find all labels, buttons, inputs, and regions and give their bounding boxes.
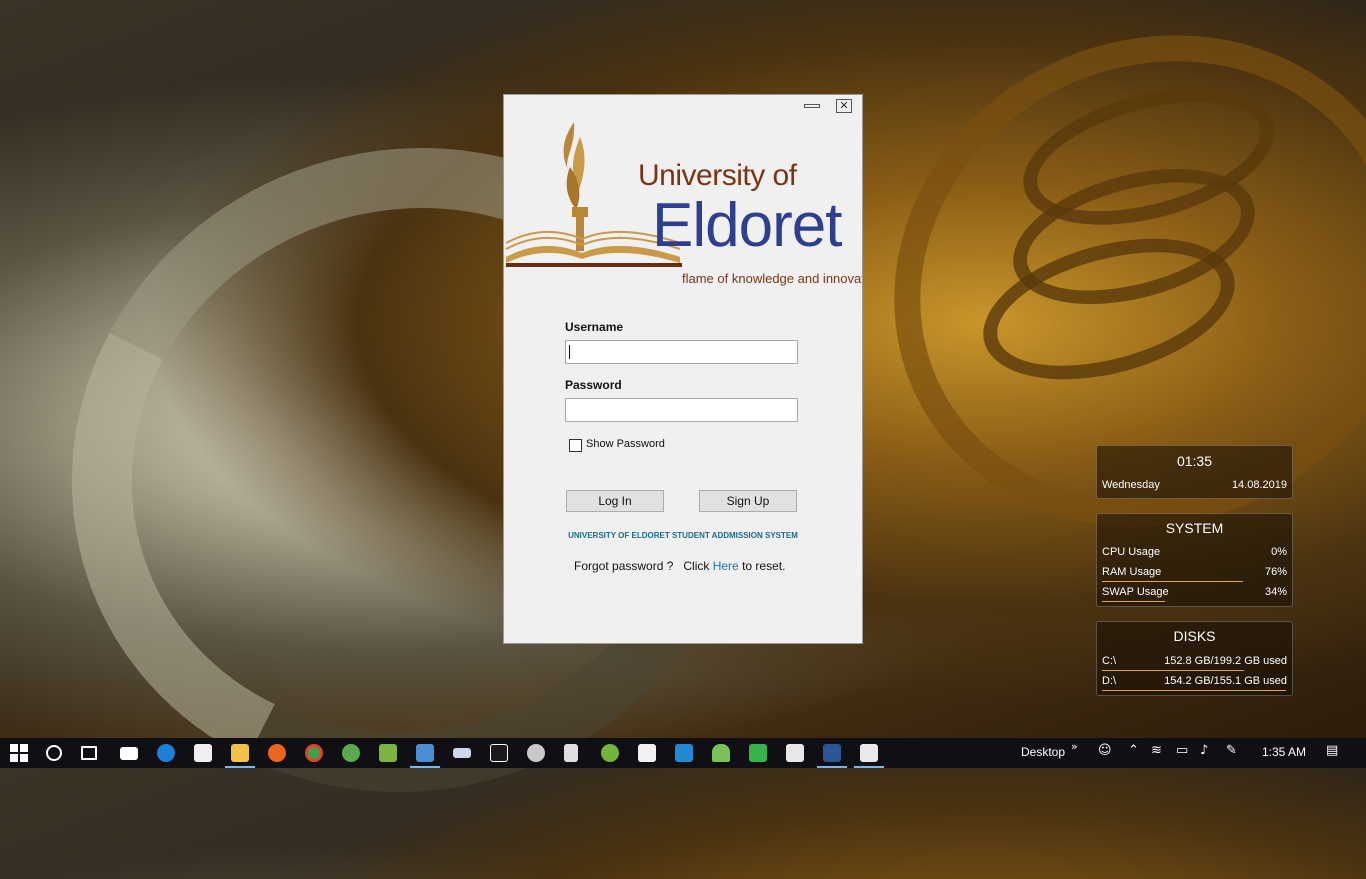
logo-university-of: University of [638, 159, 797, 192]
file-explorer-icon[interactable] [231, 744, 249, 762]
battery-icon[interactable]: ▭ [1176, 743, 1188, 758]
network-tool-icon[interactable] [453, 748, 471, 758]
clock-time: 01:35 [1176, 453, 1213, 469]
swap-usage-label: SWAP Usage [1102, 586, 1169, 598]
cortana-search-icon[interactable] [46, 745, 62, 761]
show-password-checkbox[interactable] [569, 439, 582, 452]
swap-usage-bar [1102, 601, 1165, 602]
swap-usage-value: 34% [1264, 586, 1287, 598]
windows-start-icon[interactable] [10, 744, 28, 762]
forgot-suffix: to reset. [738, 559, 786, 573]
cpu-usage-value: 0% [1271, 546, 1287, 558]
virtualbox-icon[interactable] [416, 744, 434, 762]
paint-icon[interactable] [638, 744, 656, 762]
mail-icon[interactable] [120, 747, 138, 760]
sourcetree-icon[interactable] [342, 744, 360, 762]
disks-widget: DISKS C:\ 152.8 GB/199.2 GB used D:\ 154… [1096, 621, 1293, 696]
disk-d-value: 154.2 GB/155.1 GB used [1164, 675, 1287, 687]
minimize-button[interactable] [804, 99, 820, 113]
username-input[interactable] [565, 340, 798, 364]
logo-eldoret: Eldoret [652, 191, 842, 260]
login-window: ✕ University of Eldoret flame of knowled… [503, 94, 863, 644]
ram-usage-value: 76% [1264, 566, 1287, 578]
clock-day: Wednesday [1102, 479, 1160, 491]
volume-icon[interactable]: ♪ [1200, 743, 1208, 758]
disk-d-label: D:\ [1102, 675, 1117, 687]
desktop-toolbar-label[interactable]: Desktop [1021, 745, 1065, 759]
minecraft-icon[interactable] [379, 744, 397, 762]
qbittorrent-icon[interactable] [786, 744, 804, 762]
password-input[interactable] [565, 398, 798, 422]
disks-widget-title: DISKS [1173, 628, 1216, 644]
inkscape-icon[interactable] [564, 744, 578, 762]
disk-c-value: 152.8 GB/199.2 GB used [1164, 655, 1287, 667]
swap-usage-row: SWAP Usage 34% [1102, 586, 1287, 602]
text-caret [569, 345, 570, 359]
cpu-usage-row: CPU Usage 0% [1102, 546, 1287, 562]
system-widget-title: SYSTEM [1165, 520, 1224, 536]
forgot-prefix: Forgot password ? Click [574, 559, 713, 573]
green-app-icon[interactable] [749, 744, 767, 762]
close-button[interactable]: ✕ [836, 99, 852, 113]
signup-button[interactable]: Sign Up [699, 490, 797, 512]
logo-tagline: flame of knowledge and innovatio [682, 271, 862, 286]
pen-icon[interactable]: ✎ [1226, 743, 1237, 758]
intellij-icon[interactable] [490, 744, 508, 762]
clock-date: 14.08.2019 [1231, 479, 1287, 491]
ram-usage-row: RAM Usage 76% [1102, 566, 1287, 582]
word-icon[interactable] [823, 744, 841, 762]
taskbar: Desktop » ☺ ⌃ ≋ ▭ ♪ ✎ 1:35 AM ▤ [0, 738, 1366, 768]
system-title: UNIVERSITY OF ELDORET STUDENT ADDMISSION… [568, 531, 798, 540]
utorrent-icon[interactable] [601, 744, 619, 762]
disk-c-row: C:\ 152.8 GB/199.2 GB used [1102, 655, 1287, 671]
username-label: Username [565, 320, 624, 334]
login-button[interactable]: Log In [566, 490, 664, 512]
cpu-usage-label: CPU Usage [1102, 546, 1161, 558]
ssh-icon[interactable] [527, 744, 545, 762]
university-logo: University of Eldoret flame of knowledge… [504, 117, 862, 286]
action-center-icon[interactable]: ▤ [1326, 743, 1338, 758]
clock-widget: 01:35 Wednesday 14.08.2019 [1096, 445, 1293, 499]
disk-c-label: C:\ [1102, 655, 1117, 667]
people-icon[interactable]: ☺ [1098, 743, 1112, 758]
java-app-icon[interactable] [860, 744, 878, 762]
system-widget: SYSTEM CPU Usage 0% RAM Usage 76% SWAP U… [1096, 513, 1293, 607]
disk-d-bar [1102, 690, 1286, 691]
show-password-label[interactable]: Show Password [586, 438, 665, 450]
android-studio-icon[interactable] [712, 744, 730, 762]
ram-usage-label: RAM Usage [1102, 566, 1162, 578]
store-icon[interactable] [194, 744, 212, 762]
password-label: Password [565, 378, 622, 392]
chevron-up-icon[interactable]: ⌃ [1128, 743, 1139, 758]
task-view-icon[interactable] [81, 746, 97, 760]
vscode-icon[interactable] [675, 744, 693, 762]
disk-c-bar [1102, 670, 1244, 671]
reset-here-link[interactable]: Here [713, 559, 739, 573]
forgot-password-text: Forgot password ? Click Here to reset. [574, 559, 785, 573]
edge-icon[interactable] [157, 744, 175, 762]
disk-d-row: D:\ 154.2 GB/155.1 GB used [1102, 675, 1287, 691]
firefox-icon[interactable] [268, 744, 286, 762]
taskbar-clock[interactable]: 1:35 AM [1262, 745, 1306, 759]
chevron-right-icon[interactable]: » [1071, 740, 1078, 753]
wifi-icon[interactable]: ≋ [1151, 743, 1162, 758]
ram-usage-bar [1102, 581, 1243, 582]
chrome-icon[interactable] [305, 744, 323, 762]
